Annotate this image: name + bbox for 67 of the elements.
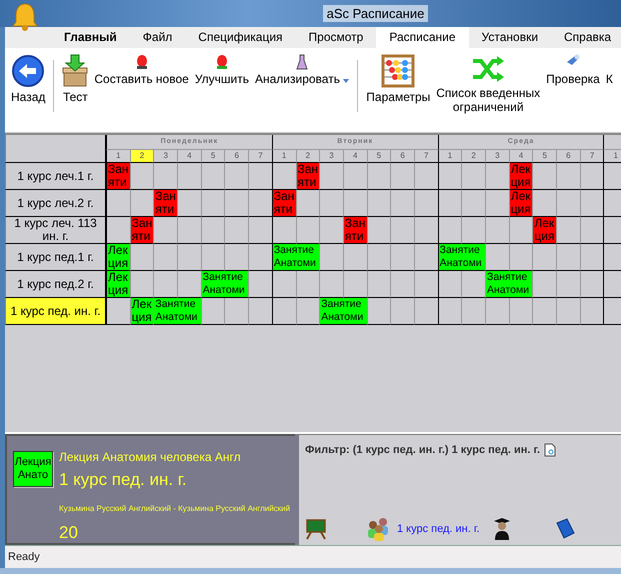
lesson-card[interactable]: Заняти xyxy=(130,217,154,244)
class-name[interactable]: 1 курс леч.1 г. xyxy=(5,163,106,190)
lesson-count: 20 xyxy=(59,522,79,543)
period-number: 1 xyxy=(272,150,296,164)
period-number: 7 xyxy=(414,150,438,164)
lesson-card[interactable]: Заняти xyxy=(154,190,178,216)
toolbar-button[interactable]: Проверка xyxy=(546,54,600,86)
toolbar-dropdown[interactable]: Анализировать xyxy=(254,54,350,86)
period-number: 1 xyxy=(603,150,621,164)
period-number: 7 xyxy=(248,150,272,164)
class-name: 1 курс пед. ин. г. xyxy=(59,470,188,490)
lesson-card[interactable]: Занятие Анатоми xyxy=(272,244,320,270)
lesson-card[interactable]: Заняти xyxy=(272,190,296,216)
toolbar-button[interactable]: Улучшить xyxy=(194,54,249,86)
period-number: 2 xyxy=(130,150,154,164)
toolbar-button[interactable]: Тест xyxy=(62,54,88,104)
lesson-card[interactable]: Занятие Анатоми xyxy=(486,271,532,298)
period-number: 6 xyxy=(224,150,248,164)
period-number: 4 xyxy=(177,150,201,164)
toolbar-button[interactable]: Составить новое xyxy=(94,54,189,86)
lesson-card[interactable]: Занятие Анатоми xyxy=(438,244,485,270)
lesson-card[interactable]: Занятие Анатоми xyxy=(154,298,201,324)
class-link[interactable]: 1 курс пед. ин. г. xyxy=(397,523,480,536)
class-name[interactable]: 1 курс пед. ин. г. xyxy=(5,298,106,326)
period-number: 3 xyxy=(153,150,178,164)
ribbon-tab[interactable]: Спецификация xyxy=(185,27,296,48)
ribbon-tab[interactable]: Расписание xyxy=(376,27,469,48)
lesson-card[interactable]: Лекция xyxy=(533,217,556,244)
period-number: 6 xyxy=(556,150,580,164)
class-name[interactable]: 1 курс пед.1 г. xyxy=(5,244,106,272)
lesson-card[interactable]: Заняти xyxy=(107,163,130,190)
period-number: 7 xyxy=(580,150,604,164)
toolbar-button[interactable]: Назад xyxy=(11,54,46,104)
period-number: 3 xyxy=(319,150,343,164)
subject-name: Лекция Анатомия человека Англ xyxy=(59,450,242,464)
ribbon-tab[interactable]: Файл xyxy=(130,27,186,48)
teacher-names: Кузьмина Русский Английский - Кузьмина Русский Английский xyxy=(59,504,290,513)
window-title: aSc Расписание xyxy=(322,5,428,22)
lesson-card[interactable]: Лекция xyxy=(510,163,532,190)
toolbar-button[interactable]: К xyxy=(606,54,613,86)
period-number: 1 xyxy=(438,150,462,164)
ribbon-tab[interactable]: Просмотр xyxy=(296,27,376,48)
class-name[interactable]: 1 курс леч.2 г. xyxy=(5,190,106,218)
period-number: 5 xyxy=(366,150,390,164)
class-name[interactable]: 1 курс леч. 113 ин. г. xyxy=(5,217,106,244)
period-number: 6 xyxy=(390,150,414,164)
period-number: 3 xyxy=(485,150,509,164)
ribbon-tab[interactable]: Установки xyxy=(468,27,552,48)
ribbon-tab[interactable]: Главный xyxy=(51,27,130,48)
lesson-card[interactable]: Лекция xyxy=(510,190,532,216)
lesson-card[interactable]: Заняти xyxy=(344,217,367,244)
lesson-card[interactable]: Занятие Анатоми xyxy=(202,271,248,298)
period-number: 2 xyxy=(461,150,485,164)
toolbar-button[interactable]: Параметры xyxy=(366,54,430,104)
lesson-card[interactable]: Лекция xyxy=(107,244,130,270)
lesson-card: Лекция Анато xyxy=(13,450,53,487)
status-text: Ready xyxy=(8,551,40,564)
lesson-card[interactable]: Занятие Анатоми xyxy=(320,298,367,324)
filter-label: Фильтр: (1 курс пед. ин. г.) 1 курс пед. ин. г. xyxy=(305,444,540,456)
period-number: 5 xyxy=(200,150,224,164)
period-number: 4 xyxy=(342,150,367,164)
lesson-card[interactable]: Лекция xyxy=(107,271,130,298)
toolbar-button[interactable]: Список введенных ограничений xyxy=(436,54,540,114)
lesson-card[interactable]: Заняти xyxy=(296,163,320,190)
lesson-card[interactable]: Лекция xyxy=(130,298,154,324)
ribbon-tab[interactable]: Справка xyxy=(551,27,621,48)
period-number: 5 xyxy=(532,150,556,164)
